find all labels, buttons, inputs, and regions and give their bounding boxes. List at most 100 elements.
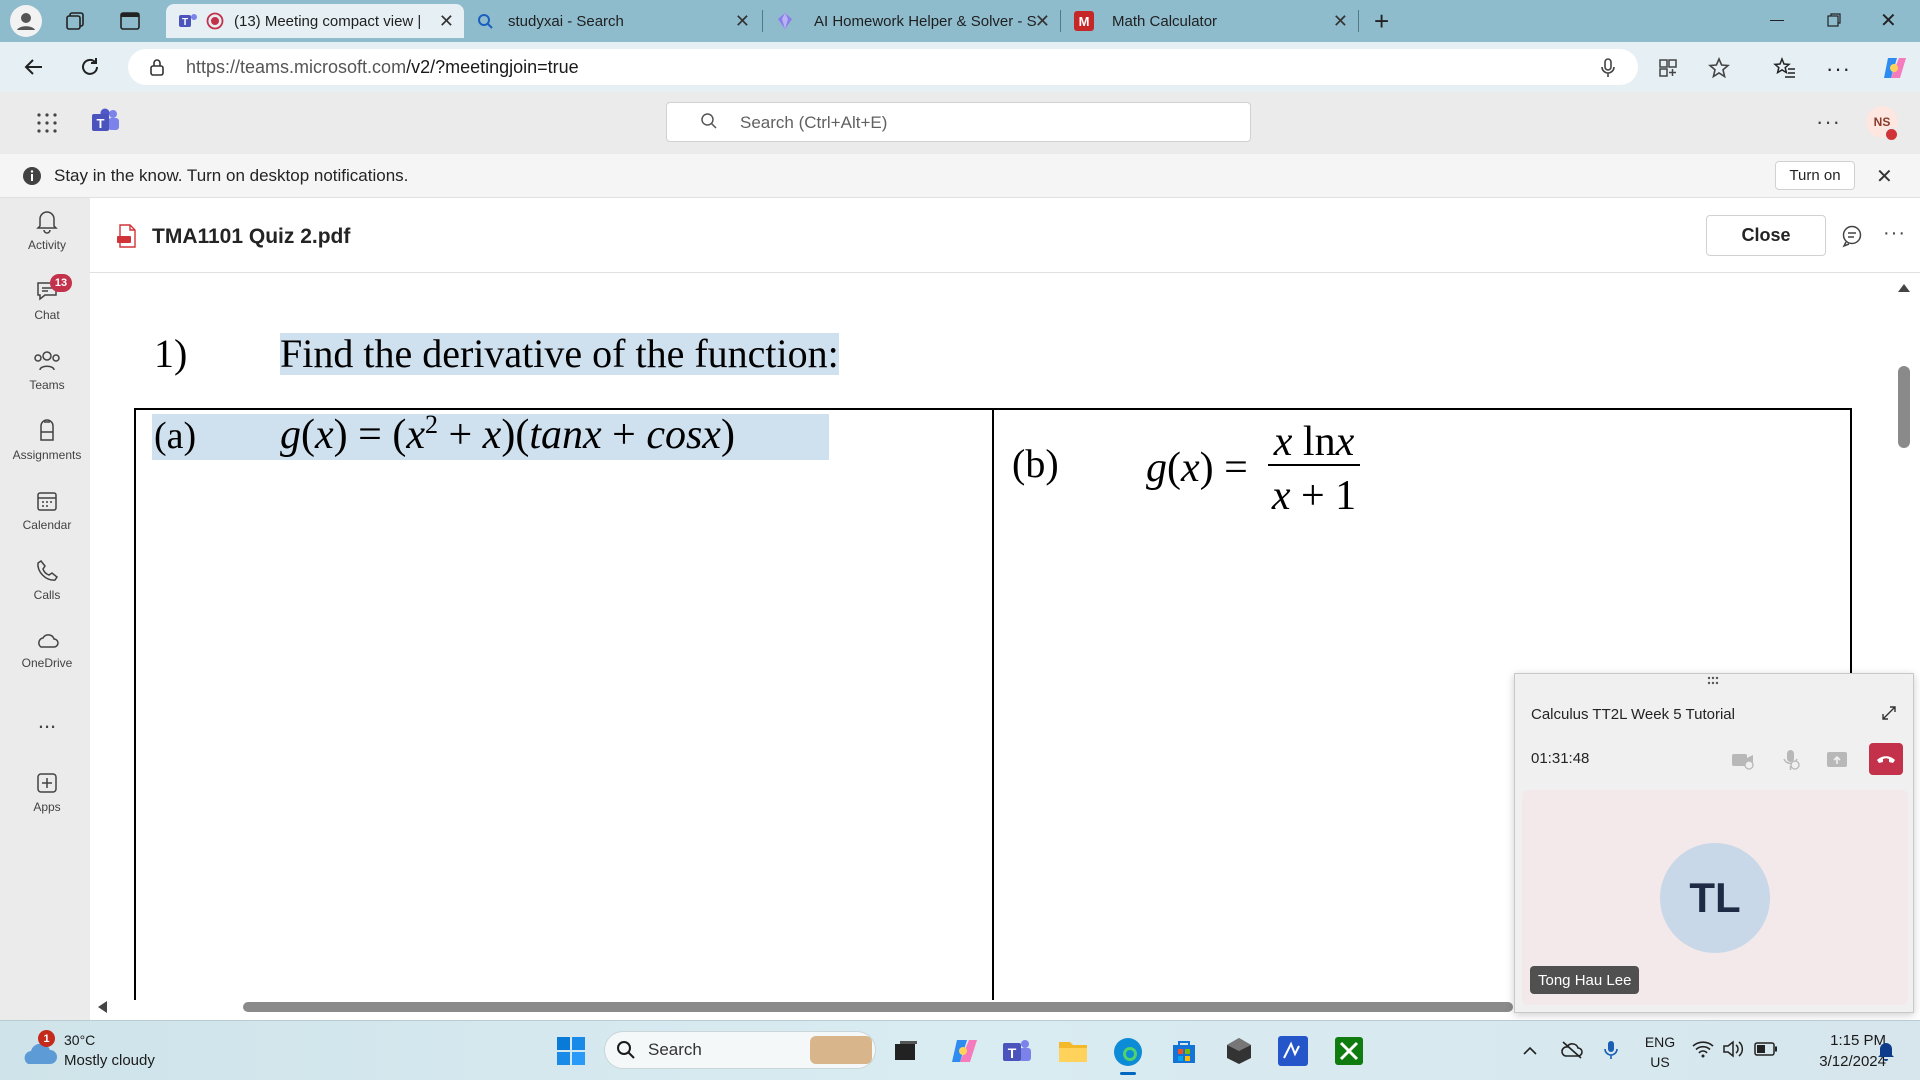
close-tab-icon[interactable]: ✕ xyxy=(735,11,750,32)
lock-icon[interactable] xyxy=(148,58,166,76)
document-more-icon[interactable]: ··· xyxy=(1883,222,1906,245)
info-icon xyxy=(22,166,42,186)
rail-label: Teams xyxy=(29,378,65,392)
taskbar-search-label: Search xyxy=(648,1040,702,1059)
participant-name-label: Tong Hau Lee xyxy=(1530,966,1640,994)
close-document-button[interactable]: Close xyxy=(1706,215,1826,256)
workspaces-icon[interactable] xyxy=(64,9,88,33)
rail-assignments[interactable]: Assignments xyxy=(0,418,94,462)
volume-icon[interactable] xyxy=(1722,1040,1744,1058)
vertical-scrollbar-thumb[interactable] xyxy=(1898,366,1910,448)
minimize-window-icon[interactable] xyxy=(1770,20,1784,21)
leave-call-button[interactable] xyxy=(1869,743,1903,775)
svg-text:T: T xyxy=(182,17,188,28)
tab-separator xyxy=(1358,10,1359,32)
rail-activity[interactable]: Activity xyxy=(0,208,94,252)
comment-icon[interactable] xyxy=(1840,224,1864,248)
onedrive-status-icon[interactable] xyxy=(1560,1040,1584,1060)
math-calculator-favicon-icon: M xyxy=(1074,11,1094,31)
task-view-icon[interactable] xyxy=(892,1038,920,1064)
weather-widget[interactable]: 1 30°C Mostly cloudy xyxy=(18,1030,168,1074)
tab-math-calculator[interactable]: M Math Calculator ✕ xyxy=(1062,4,1358,38)
close-tab-icon[interactable]: ✕ xyxy=(439,11,454,32)
wifi-icon[interactable] xyxy=(1692,1040,1714,1058)
svg-text:M: M xyxy=(1079,14,1090,29)
tab-title: studyxai - Search xyxy=(508,12,624,30)
taskbar-search-icon xyxy=(616,1040,636,1060)
expand-meeting-icon[interactable] xyxy=(1880,704,1898,722)
rail-onedrive[interactable]: OneDrive xyxy=(0,630,94,670)
clock[interactable]: 1:15 PM 3/12/2024 xyxy=(1790,1030,1886,1072)
xbox-icon[interactable] xyxy=(1334,1036,1364,1066)
close-tab-icon[interactable]: ✕ xyxy=(1333,11,1348,32)
profile-avatar-icon[interactable] xyxy=(10,5,42,37)
clock-date: 3/12/2024 xyxy=(1819,1053,1886,1070)
rail-more-apps[interactable]: ... xyxy=(0,708,94,734)
new-tab-icon[interactable]: + xyxy=(1374,8,1389,34)
settings-more-icon[interactable]: ··· xyxy=(1816,109,1841,135)
close-window-icon[interactable]: ✕ xyxy=(1880,8,1897,33)
rail-chat[interactable]: Chat xyxy=(0,278,94,322)
back-icon[interactable] xyxy=(22,55,46,79)
microsoft-store-icon[interactable] xyxy=(1170,1037,1198,1065)
language-indicator[interactable]: ENG US xyxy=(1642,1032,1678,1072)
favorites-icon[interactable] xyxy=(1773,56,1797,80)
dismiss-banner-icon[interactable]: ✕ xyxy=(1876,164,1893,189)
copilot-taskbar-icon[interactable] xyxy=(948,1036,978,1066)
browser-more-icon[interactable]: ··· xyxy=(1826,56,1851,82)
favorite-star-icon[interactable] xyxy=(1707,56,1731,80)
rail-label: Calendar xyxy=(22,518,72,532)
turn-on-notifications-button[interactable]: Turn on xyxy=(1775,161,1855,190)
edge-browser-icon[interactable] xyxy=(1112,1036,1144,1068)
tab-teams-meeting[interactable]: T (13) Meeting compact view | ✕ xyxy=(166,4,464,38)
teams-favicon-icon: T xyxy=(179,14,197,28)
part-a-formula: g(x) = (x2 + x)(tanx + cosx) xyxy=(280,410,735,458)
start-button[interactable] xyxy=(556,1036,586,1066)
restore-window-icon[interactable] xyxy=(1826,12,1842,28)
chat-unread-badge: 13 xyxy=(50,274,72,292)
math-app-icon[interactable] xyxy=(1278,1036,1308,1066)
backpack-icon xyxy=(40,419,54,441)
horizontal-scrollbar-thumb[interactable] xyxy=(243,1002,1513,1012)
calendar-icon xyxy=(37,492,57,511)
rail-teams[interactable]: Teams xyxy=(0,348,94,392)
pdf-file-icon xyxy=(116,224,138,248)
cloud-icon xyxy=(38,634,59,648)
app-available-icon[interactable] xyxy=(1657,57,1679,79)
camera-off-icon[interactable] xyxy=(1730,749,1756,771)
refresh-icon[interactable] xyxy=(78,55,102,79)
tab-separator xyxy=(762,10,763,32)
app-cube-icon[interactable] xyxy=(1224,1036,1254,1066)
copilot-icon[interactable] xyxy=(1880,54,1908,82)
add-apps-icon xyxy=(37,773,57,793)
tab-ai-homework-helper[interactable]: AI Homework Helper & Solver - S ✕ xyxy=(764,4,1060,38)
rail-calls[interactable]: Calls xyxy=(0,558,94,602)
microphone-icon[interactable] xyxy=(1599,57,1617,79)
weather-alert-badge: 1 xyxy=(38,1030,55,1047)
question-text: Find the derivative of the function: xyxy=(280,331,839,376)
tab-studyxai-search[interactable]: studyxai - Search ✕ xyxy=(464,4,760,38)
tab-title: (13) Meeting compact view | xyxy=(234,12,422,30)
chat-badge-count: 13 xyxy=(54,277,68,289)
teams-taskbar-icon[interactable]: T xyxy=(1002,1037,1032,1065)
close-tab-icon[interactable]: ✕ xyxy=(1035,11,1050,32)
rail-apps[interactable]: Apps xyxy=(0,770,94,814)
app-launcher-icon[interactable] xyxy=(36,112,58,134)
microphone-muted-icon[interactable] xyxy=(1780,748,1802,772)
search-highlight-image xyxy=(810,1036,872,1064)
show-hidden-icons-icon[interactable] xyxy=(1522,1044,1538,1056)
scroll-left-arrow-icon[interactable] xyxy=(98,1001,107,1013)
search-icon xyxy=(700,112,718,130)
url-path: /v2/?meetingjoin=true xyxy=(406,57,579,77)
teams-people-icon xyxy=(34,351,60,371)
rail-calendar[interactable]: Calendar xyxy=(0,488,94,532)
tray-microphone-icon[interactable] xyxy=(1602,1039,1620,1061)
notification-bell-icon[interactable] xyxy=(1876,1040,1896,1062)
battery-icon[interactable] xyxy=(1754,1042,1778,1056)
share-screen-icon[interactable] xyxy=(1825,750,1849,770)
file-explorer-icon[interactable] xyxy=(1058,1038,1088,1064)
tab-actions-icon[interactable] xyxy=(118,9,142,33)
scroll-up-arrow-icon[interactable] xyxy=(1898,284,1910,292)
drag-handle-icon[interactable] xyxy=(1706,676,1720,686)
question-number: 1) xyxy=(154,331,188,376)
